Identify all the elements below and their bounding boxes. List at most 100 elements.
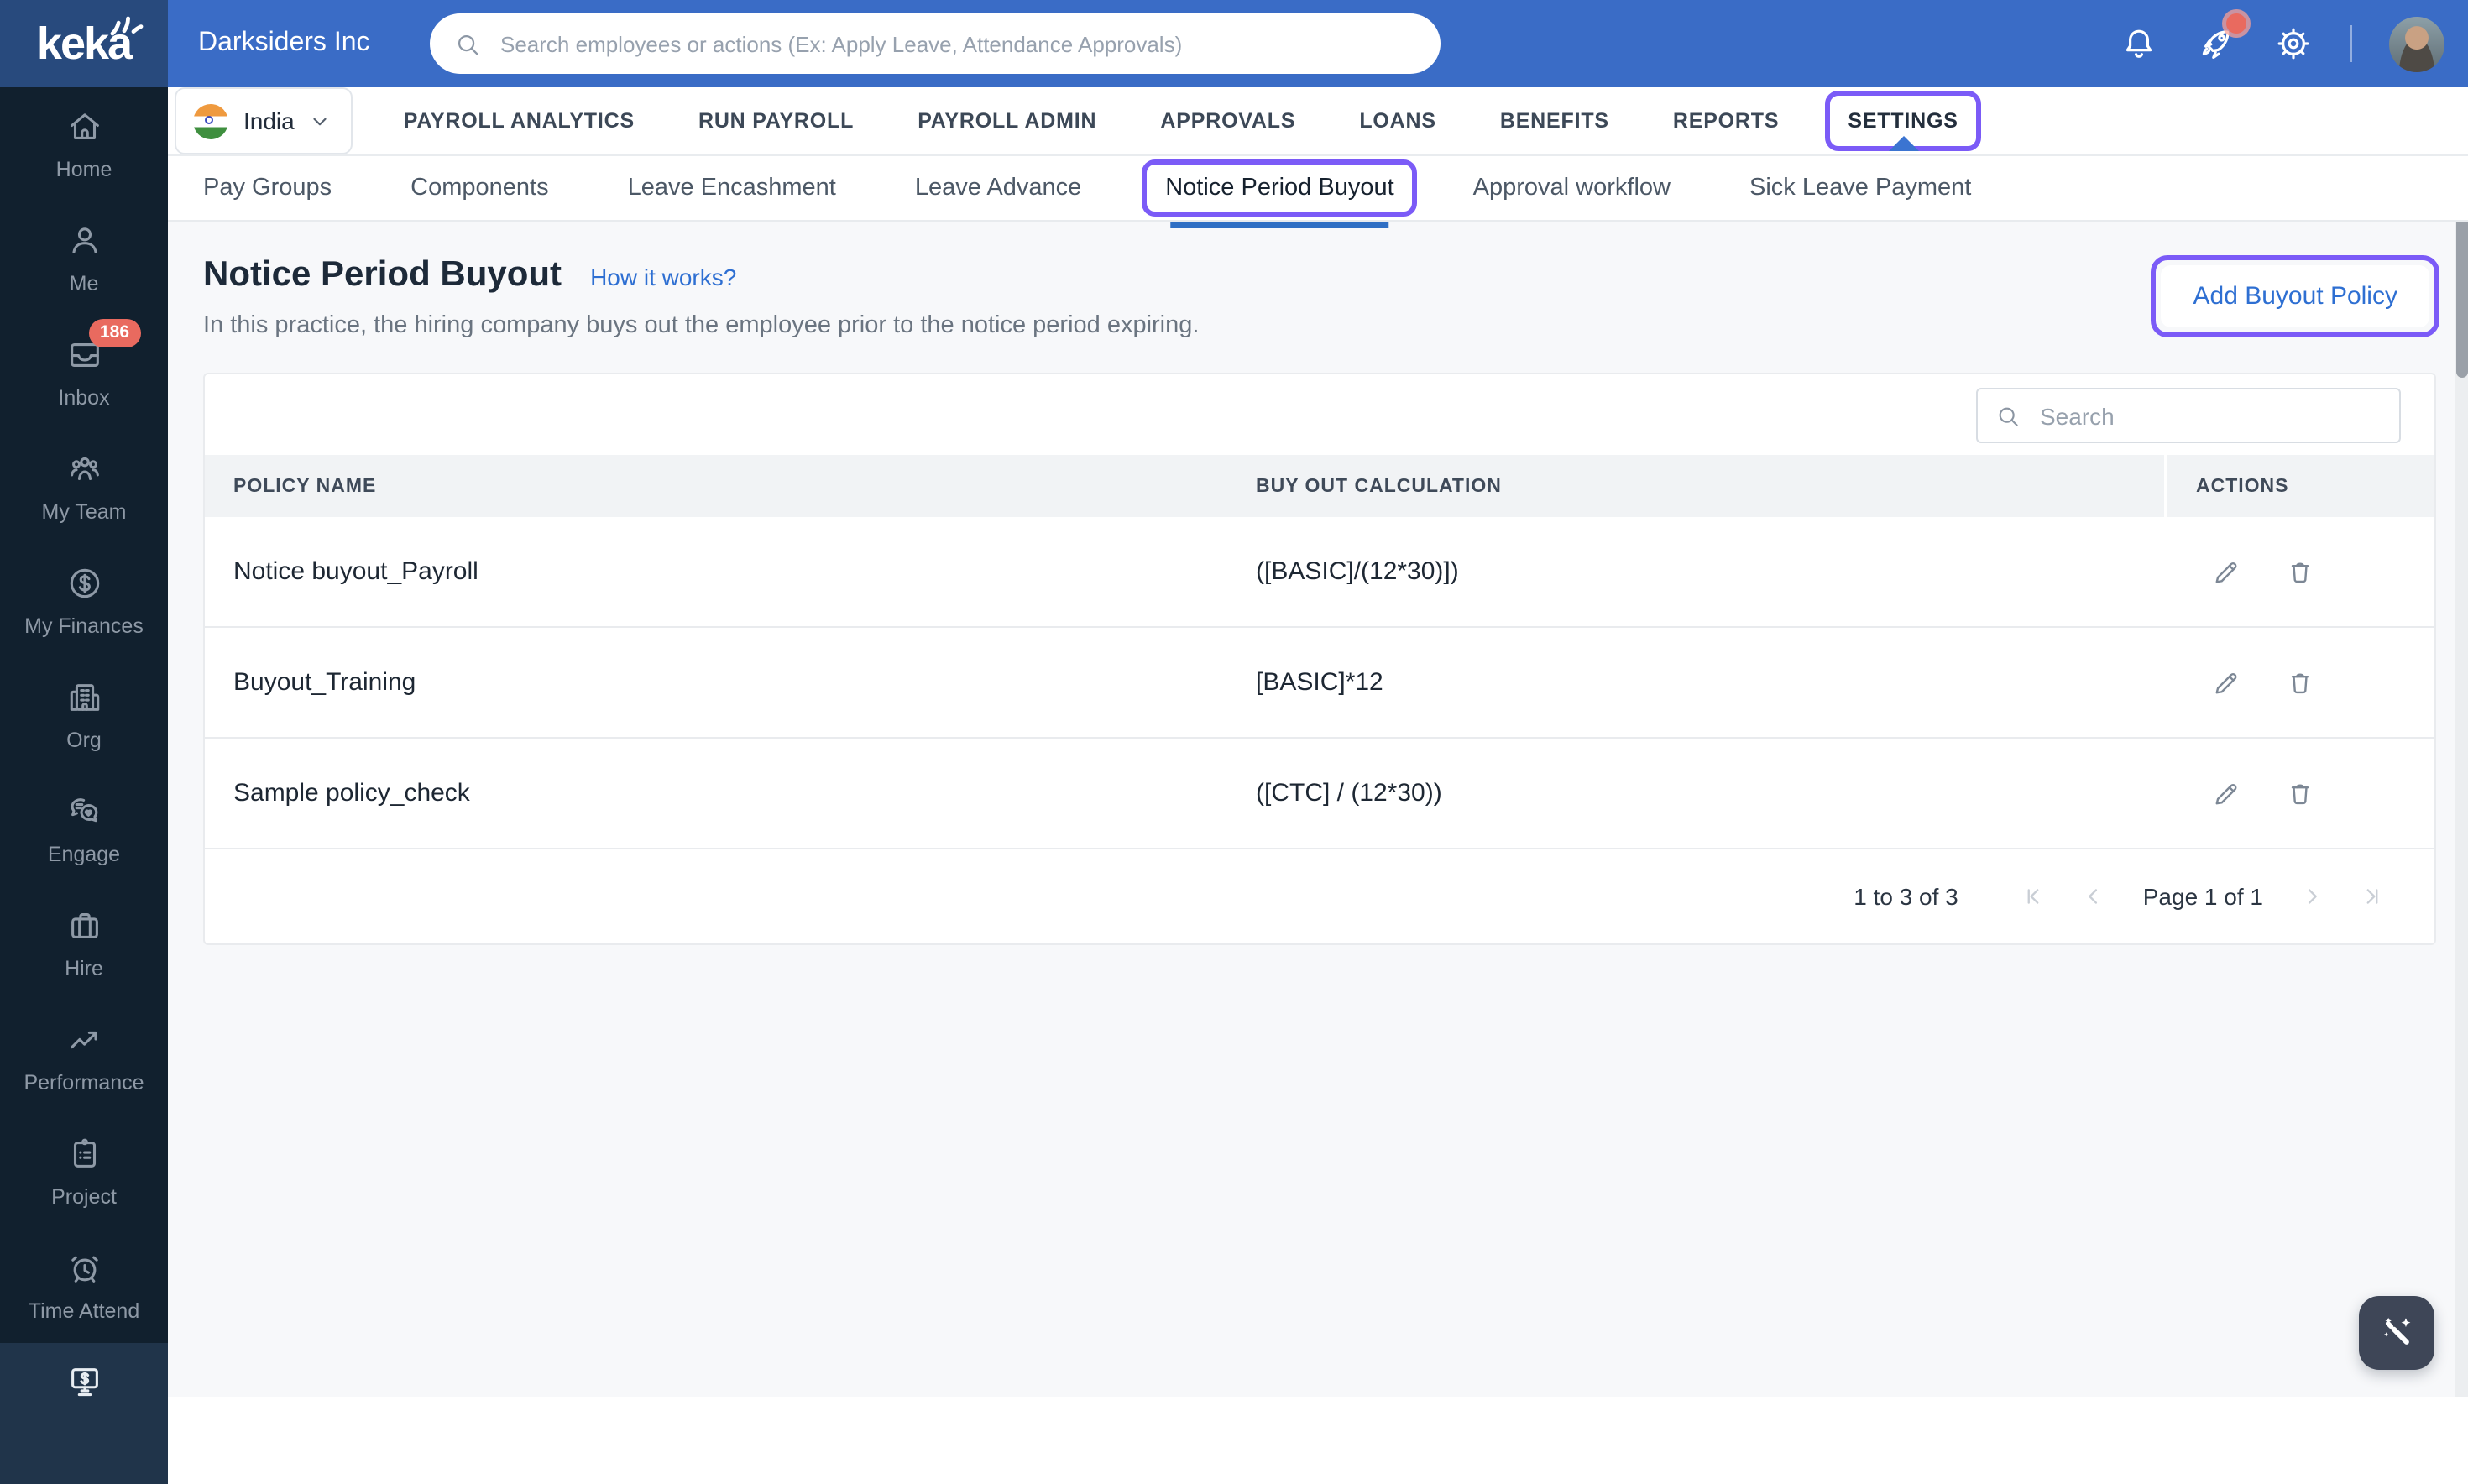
edit-policy-button[interactable] bbox=[2211, 556, 2241, 587]
pencil-icon bbox=[2215, 782, 2237, 804]
pencil-icon bbox=[2215, 671, 2237, 693]
trend-up-icon bbox=[65, 1021, 103, 1059]
sidebar-item-home[interactable]: Home bbox=[0, 87, 168, 201]
topbar-divider bbox=[2350, 25, 2352, 62]
global-search-input[interactable] bbox=[497, 29, 1417, 58]
subtab-pay-groups[interactable]: Pay Groups bbox=[203, 174, 332, 201]
subtab-leave-advance[interactable]: Leave Advance bbox=[915, 174, 1081, 201]
table-toolbar bbox=[205, 374, 2434, 455]
subtab-components[interactable]: Components bbox=[410, 174, 548, 201]
nav-tab-approvals[interactable]: APPROVALS bbox=[1160, 109, 1295, 133]
chevron-down-icon bbox=[314, 117, 327, 125]
topbar-icons bbox=[2119, 0, 2444, 87]
region-selector[interactable]: India bbox=[175, 87, 353, 154]
settings-subnav: Pay Groups Components Leave Encashment L… bbox=[168, 154, 2468, 222]
nav-tab-reports[interactable]: REPORTS bbox=[1673, 109, 1779, 133]
search-icon bbox=[458, 34, 478, 55]
trash-icon bbox=[2291, 672, 2309, 693]
column-buyout-calculation: BUY OUT CALCULATION bbox=[1256, 476, 1502, 496]
alarm-clock-icon bbox=[65, 1249, 103, 1288]
previous-page-button[interactable] bbox=[2083, 885, 2106, 908]
trash-icon bbox=[2291, 783, 2309, 804]
page-title: Notice Period Buyout bbox=[203, 255, 562, 294]
dollar-circle-icon bbox=[65, 564, 103, 603]
row-actions bbox=[2167, 778, 2434, 808]
column-policy-name: POLICY NAME bbox=[233, 476, 377, 496]
edit-policy-button[interactable] bbox=[2211, 667, 2241, 698]
chevron-right-icon bbox=[2308, 889, 2317, 904]
sidebar: Home Me 186 Inbox My Team My Finances Or… bbox=[0, 87, 168, 1484]
global-search[interactable] bbox=[430, 13, 1441, 74]
company-name: Darksiders Inc bbox=[198, 29, 370, 57]
page-description: In this practice, the hiring company buy… bbox=[203, 312, 1200, 339]
sidebar-item-payroll[interactable] bbox=[0, 1343, 168, 1484]
sidebar-item-engage[interactable]: Engage bbox=[0, 772, 168, 886]
policy-name-cell: Notice buyout_Payroll bbox=[233, 557, 478, 586]
keka-logo[interactable]: keka bbox=[0, 0, 168, 87]
subtab-leave-encashment[interactable]: Leave Encashment bbox=[628, 174, 836, 201]
last-page-icon bbox=[2366, 889, 2378, 904]
subtab-notice-period-buyout[interactable]: Notice Period Buyout bbox=[1142, 159, 1418, 216]
table-search[interactable] bbox=[1976, 388, 2401, 443]
sidebar-item-org[interactable]: Org bbox=[0, 658, 168, 772]
sidebar-item-performance[interactable]: Performance bbox=[0, 1001, 168, 1115]
nav-tab-benefits[interactable]: BENEFITS bbox=[1500, 109, 1609, 133]
pagination-range: 1 to 3 of 3 bbox=[1854, 883, 1958, 910]
user-avatar[interactable] bbox=[2389, 16, 2444, 71]
india-flag-icon bbox=[193, 103, 228, 138]
nav-tab-run-payroll[interactable]: RUN PAYROLL bbox=[698, 109, 854, 133]
sidebar-item-my-finances[interactable]: My Finances bbox=[0, 544, 168, 658]
table-row: Notice buyout_Payroll ([BASIC]/(12*30)]) bbox=[205, 517, 2434, 628]
nav-tab-payroll-admin[interactable]: PAYROLL ADMIN bbox=[918, 109, 1096, 133]
notification-dot-badge bbox=[2226, 13, 2246, 34]
sidebar-item-time-attend[interactable]: Time Attend bbox=[0, 1229, 168, 1343]
whats-new-rocket-icon[interactable] bbox=[2196, 13, 2246, 64]
team-icon bbox=[65, 450, 103, 489]
inbox-icon: 186 bbox=[65, 319, 142, 374]
payroll-monitor-icon bbox=[65, 1363, 103, 1402]
notifications-bell-icon[interactable] bbox=[2119, 24, 2159, 64]
calculation-cell: [BASIC]*12 bbox=[1256, 668, 1383, 697]
subtab-approval-workflow[interactable]: Approval workflow bbox=[1473, 174, 1671, 201]
delete-policy-button[interactable] bbox=[2285, 667, 2315, 698]
sidebar-item-my-team[interactable]: My Team bbox=[0, 430, 168, 544]
sidebar-item-project[interactable]: Project bbox=[0, 1115, 168, 1229]
last-page-button[interactable] bbox=[2361, 885, 2384, 908]
policies-card: POLICY NAME BUY OUT CALCULATION ACTIONS … bbox=[203, 373, 2436, 945]
table-search-input[interactable] bbox=[2037, 400, 2382, 431]
chat-heart-icon bbox=[65, 792, 103, 831]
sidebar-item-inbox[interactable]: 186 Inbox bbox=[0, 316, 168, 430]
first-page-icon bbox=[2028, 889, 2040, 904]
row-actions bbox=[2167, 667, 2434, 698]
nav-tab-payroll-analytics[interactable]: PAYROLL ANALYTICS bbox=[404, 109, 635, 133]
add-buyout-policy-button[interactable]: Add Buyout Policy bbox=[2161, 265, 2429, 327]
calculation-cell: ([BASIC]/(12*30)]) bbox=[1256, 557, 1459, 586]
how-it-works-link[interactable]: How it works? bbox=[590, 264, 736, 290]
logo-spark-icon bbox=[110, 16, 144, 36]
magic-wand-icon bbox=[2382, 1317, 2410, 1345]
delete-policy-button[interactable] bbox=[2285, 778, 2315, 808]
pagination-page-label: Page 1 of 1 bbox=[2142, 883, 2263, 910]
home-icon bbox=[65, 107, 103, 146]
calculation-cell: ([CTC] / (12*30)) bbox=[1256, 779, 1442, 807]
first-page-button[interactable] bbox=[2022, 885, 2046, 908]
assistant-wand-button[interactable] bbox=[2359, 1296, 2434, 1370]
edit-policy-button[interactable] bbox=[2211, 778, 2241, 808]
next-page-button[interactable] bbox=[2300, 885, 2324, 908]
delete-policy-button[interactable] bbox=[2285, 556, 2315, 587]
sidebar-item-hire[interactable]: Hire bbox=[0, 886, 168, 1001]
nav-tab-settings[interactable]: SETTINGS bbox=[1824, 91, 1982, 151]
nav-tab-loans[interactable]: LOANS bbox=[1359, 109, 1436, 133]
subtab-sick-leave-payment[interactable]: Sick Leave Payment bbox=[1749, 174, 1971, 201]
column-actions: ACTIONS bbox=[2164, 455, 2434, 517]
add-buyout-policy-highlight: Add Buyout Policy bbox=[2151, 255, 2439, 337]
building-icon bbox=[65, 678, 103, 717]
app-root: keka Darksiders Inc Search employees or … bbox=[0, 0, 2468, 1484]
policy-name-cell: Buyout_Training bbox=[233, 668, 416, 697]
policy-name-cell: Sample policy_check bbox=[233, 779, 470, 807]
topbar: keka Darksiders Inc bbox=[0, 0, 2468, 87]
settings-gear-icon[interactable] bbox=[2273, 24, 2314, 64]
module-nav-tabs: PAYROLL ANALYTICS RUN PAYROLL PAYROLL AD… bbox=[404, 91, 1982, 151]
sidebar-item-me[interactable]: Me bbox=[0, 201, 168, 316]
page-header: Notice Period Buyout How it works? In th… bbox=[203, 255, 1199, 339]
